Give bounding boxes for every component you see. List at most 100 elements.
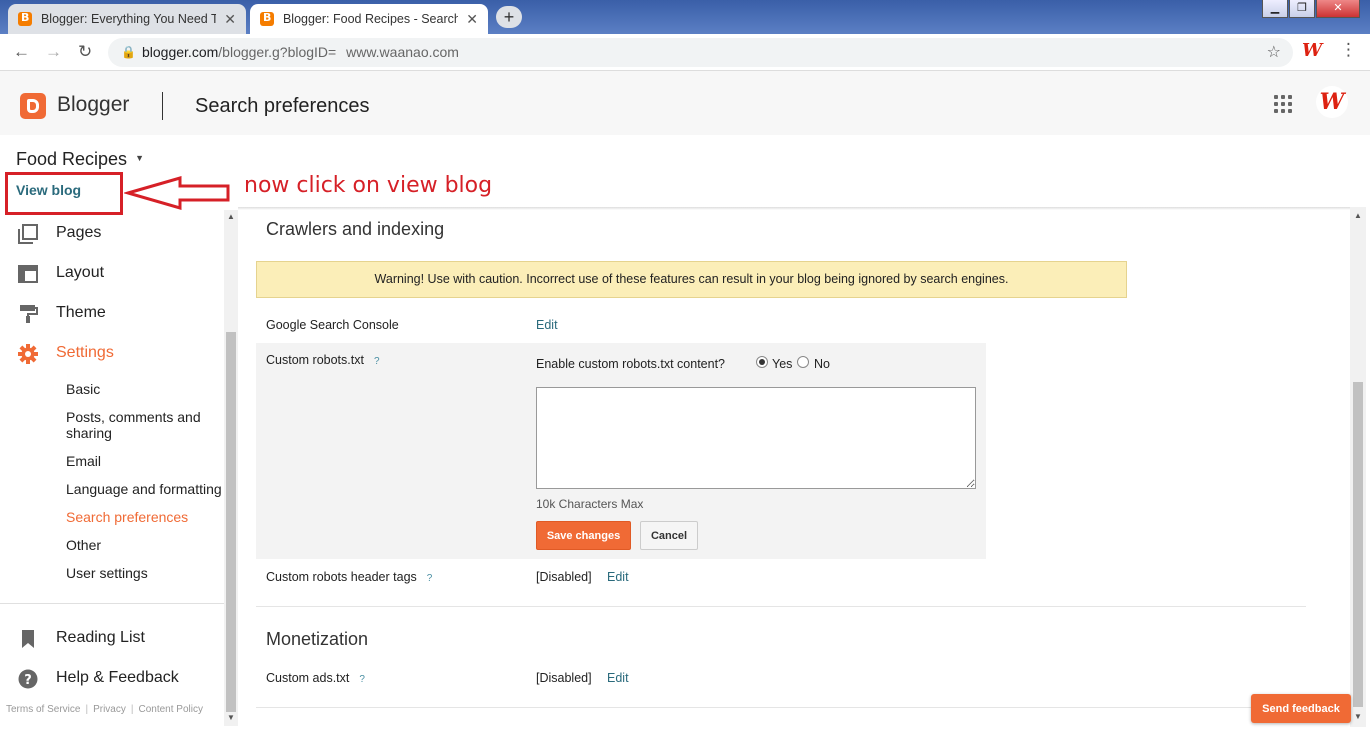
tab-title: Blogger: Food Recipes - Search p bbox=[282, 12, 459, 26]
close-window-button[interactable]: ✕ bbox=[1316, 0, 1360, 18]
sidebar-item-theme[interactable]: Theme bbox=[0, 300, 224, 330]
avatar[interactable]: W bbox=[1316, 86, 1348, 118]
monetization-section-title: Monetization bbox=[266, 629, 369, 649]
send-feedback-button[interactable]: Send feedback bbox=[1251, 694, 1351, 723]
robots-header-status: [Disabled] bbox=[536, 570, 592, 584]
page-title: Search preferences bbox=[195, 95, 370, 117]
enable-robots-question: Enable custom robots.txt content? bbox=[536, 357, 725, 371]
sidebar-item-label: Help & Feedback bbox=[56, 669, 179, 686]
custom-ads-label: Custom ads.txt? bbox=[266, 671, 365, 685]
settings-sub-basic[interactable]: Basic bbox=[66, 381, 224, 397]
new-tab-button[interactable]: + bbox=[496, 6, 522, 28]
scrollbar-thumb[interactable] bbox=[226, 332, 236, 712]
help-icon[interactable]: ? bbox=[359, 674, 365, 685]
browser-tab-bar: Blogger: Everything You Need To ✕ Blogge… bbox=[0, 0, 1370, 34]
svg-text:?: ? bbox=[24, 673, 32, 688]
yes-radio[interactable] bbox=[756, 356, 768, 368]
search-console-edit-link[interactable]: Edit bbox=[536, 318, 558, 332]
url-extra: www.waanao.com bbox=[346, 44, 459, 60]
help-icon[interactable]: ? bbox=[427, 573, 433, 584]
sidebar-scrollbar[interactable]: ▲ ▼ bbox=[224, 210, 238, 726]
forward-arrow-icon[interactable]: → bbox=[45, 42, 62, 62]
layout-icon bbox=[18, 265, 38, 283]
browser-menu-icon[interactable]: ⋮ bbox=[1340, 40, 1357, 60]
scroll-up-icon[interactable]: ▲ bbox=[227, 212, 235, 221]
no-radio-label[interactable]: No bbox=[814, 357, 830, 371]
custom-robots-label: Custom robots.txt? bbox=[266, 353, 380, 367]
scroll-up-icon[interactable]: ▲ bbox=[1354, 211, 1362, 220]
privacy-link[interactable]: Privacy bbox=[93, 704, 126, 715]
back-arrow-icon[interactable]: ← bbox=[13, 42, 30, 62]
dropdown-caret-icon: ▼ bbox=[135, 153, 144, 163]
no-radio[interactable] bbox=[797, 356, 809, 368]
annotation-arrow-icon bbox=[124, 176, 230, 210]
blogger-favicon-icon bbox=[260, 11, 274, 26]
robots-header-label: Custom robots header tags? bbox=[266, 570, 432, 584]
apps-grid-icon[interactable] bbox=[1274, 95, 1294, 115]
tab-title: Blogger: Everything You Need To bbox=[40, 12, 217, 26]
help-icon[interactable]: ? bbox=[374, 356, 380, 367]
blog-selector[interactable]: Food Recipes ▼ bbox=[16, 149, 144, 170]
sidebar-item-label: Theme bbox=[56, 304, 106, 321]
url-field[interactable]: 🔒 blogger.com/blogger.g?blogID= www.waan… bbox=[108, 38, 1293, 67]
theme-icon bbox=[20, 305, 38, 323]
close-tab-icon[interactable]: ✕ bbox=[466, 11, 478, 28]
url-path: /blogger.g?blogID= bbox=[218, 44, 337, 60]
scroll-down-icon[interactable]: ▼ bbox=[227, 713, 235, 722]
char-limit-note: 10k Characters Max bbox=[536, 497, 644, 511]
brand-name[interactable]: Blogger bbox=[57, 93, 129, 117]
custom-ads-status: [Disabled] bbox=[536, 671, 592, 685]
url-host: blogger.com bbox=[142, 44, 219, 60]
sidebar-item-settings[interactable]: Settings bbox=[0, 340, 224, 370]
help-icon: ? bbox=[18, 669, 38, 689]
lock-icon: 🔒 bbox=[121, 45, 136, 59]
section-divider bbox=[256, 707, 1306, 708]
settings-sub-posts-comments-sharing[interactable]: Posts, comments and sharing bbox=[66, 409, 224, 441]
blogger-favicon-icon bbox=[18, 11, 32, 26]
sidebar-item-reading-list[interactable]: Reading List bbox=[0, 625, 224, 655]
annotation-text: now click on view blog bbox=[244, 173, 493, 198]
close-tab-icon[interactable]: ✕ bbox=[224, 11, 236, 28]
sidebar-divider bbox=[0, 603, 224, 604]
view-blog-link[interactable]: View blog bbox=[16, 182, 81, 198]
maximize-button[interactable]: ❐ bbox=[1289, 0, 1315, 18]
minimize-button[interactable]: ▁ bbox=[1262, 0, 1288, 18]
custom-robots-label-text: Custom robots.txt bbox=[266, 353, 364, 367]
footer-links: Terms of Service | Privacy | Content Policy bbox=[6, 704, 203, 715]
sidebar-item-pages[interactable]: Pages bbox=[0, 220, 224, 250]
sidebar: Pages Layout Theme Settings Basic Posts,… bbox=[0, 210, 238, 730]
section-divider bbox=[256, 606, 1306, 607]
yes-radio-label[interactable]: Yes bbox=[772, 357, 792, 371]
sidebar-item-help-feedback[interactable]: ? Help & Feedback bbox=[0, 665, 224, 695]
settings-sub-email[interactable]: Email bbox=[66, 453, 224, 469]
cancel-button[interactable]: Cancel bbox=[640, 521, 698, 550]
robots-header-label-text: Custom robots header tags bbox=[266, 570, 417, 584]
browser-tab-2[interactable]: Blogger: Food Recipes - Search p ✕ bbox=[250, 4, 488, 34]
custom-ads-edit-link[interactable]: Edit bbox=[607, 671, 629, 685]
browser-tab-1[interactable]: Blogger: Everything You Need To ✕ bbox=[8, 4, 246, 34]
settings-sub-other[interactable]: Other bbox=[66, 537, 224, 553]
settings-sub-search-preferences[interactable]: Search preferences bbox=[66, 509, 224, 525]
extension-icon[interactable]: W bbox=[1302, 40, 1322, 61]
sidebar-item-label: Reading List bbox=[56, 629, 145, 646]
sidebar-item-label: Settings bbox=[56, 344, 114, 361]
sidebar-item-layout[interactable]: Layout bbox=[0, 260, 224, 290]
reload-icon[interactable]: ↻ bbox=[78, 42, 92, 62]
settings-icon bbox=[18, 344, 38, 364]
bookmark-star-icon[interactable]: ☆ bbox=[1267, 38, 1281, 67]
content-policy-link[interactable]: Content Policy bbox=[138, 704, 202, 715]
save-changes-button[interactable]: Save changes bbox=[536, 521, 631, 550]
crawlers-section-title: Crawlers and indexing bbox=[266, 219, 445, 239]
settings-sub-language-formatting[interactable]: Language and formatting bbox=[66, 481, 224, 497]
scroll-down-icon[interactable]: ▼ bbox=[1354, 712, 1362, 721]
custom-ads-label-text: Custom ads.txt bbox=[266, 671, 350, 685]
settings-sub-user-settings[interactable]: User settings bbox=[66, 565, 224, 581]
main-scrollbar[interactable]: ▲ ▼ bbox=[1350, 207, 1366, 727]
robots-header-edit-link[interactable]: Edit bbox=[607, 570, 629, 584]
pages-icon bbox=[18, 224, 38, 244]
terms-link[interactable]: Terms of Service bbox=[6, 704, 80, 715]
robots-txt-textarea[interactable] bbox=[536, 387, 976, 489]
address-bar: ← → ↻ 🔒 blogger.com/blogger.g?blogID= ww… bbox=[0, 34, 1370, 71]
blogger-logo-icon[interactable] bbox=[20, 93, 46, 119]
scrollbar-thumb[interactable] bbox=[1353, 382, 1363, 707]
